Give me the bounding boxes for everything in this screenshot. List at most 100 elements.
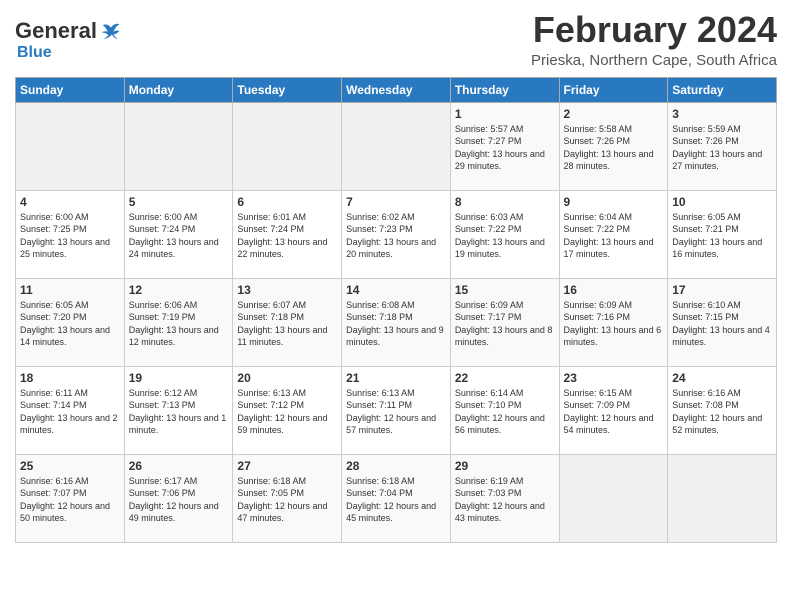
calendar-week-1: 1 Sunrise: 5:57 AMSunset: 7:27 PMDaylight… [16, 102, 777, 190]
day-number: 5 [129, 195, 229, 209]
calendar-week-3: 11 Sunrise: 6:05 AMSunset: 7:20 PMDayligh… [16, 278, 777, 366]
cell-content: Sunrise: 6:16 AMSunset: 7:08 PMDaylight:… [672, 387, 772, 437]
day-number: 18 [20, 371, 120, 385]
day-number: 13 [237, 283, 337, 297]
cell-content: Sunrise: 6:11 AMSunset: 7:14 PMDaylight:… [20, 387, 120, 437]
calendar-cell: 16 Sunrise: 6:09 AMSunset: 7:16 PMDayligh… [559, 278, 668, 366]
cell-content: Sunrise: 6:09 AMSunset: 7:17 PMDaylight:… [455, 299, 555, 349]
page-header: General Blue February 2024 Prieska, Nort… [15, 10, 777, 69]
calendar-cell [559, 454, 668, 542]
calendar-cell: 13 Sunrise: 6:07 AMSunset: 7:18 PMDayligh… [233, 278, 342, 366]
day-number: 28 [346, 459, 446, 473]
calendar-week-4: 18 Sunrise: 6:11 AMSunset: 7:14 PMDayligh… [16, 366, 777, 454]
calendar-body: 1 Sunrise: 5:57 AMSunset: 7:27 PMDaylight… [16, 102, 777, 542]
calendar-cell: 23 Sunrise: 6:15 AMSunset: 7:09 PMDayligh… [559, 366, 668, 454]
day-number: 14 [346, 283, 446, 297]
logo-general-text: General [15, 18, 97, 44]
calendar-cell: 7 Sunrise: 6:02 AMSunset: 7:23 PMDaylight… [342, 190, 451, 278]
calendar-cell: 1 Sunrise: 5:57 AMSunset: 7:27 PMDaylight… [450, 102, 559, 190]
day-number: 10 [672, 195, 772, 209]
cell-content: Sunrise: 6:05 AMSunset: 7:20 PMDaylight:… [20, 299, 120, 349]
cell-content: Sunrise: 6:10 AMSunset: 7:15 PMDaylight:… [672, 299, 772, 349]
cell-content: Sunrise: 6:13 AMSunset: 7:12 PMDaylight:… [237, 387, 337, 437]
day-number: 8 [455, 195, 555, 209]
month-title: February 2024 [531, 10, 777, 50]
day-number: 11 [20, 283, 120, 297]
cell-content: Sunrise: 6:18 AMSunset: 7:05 PMDaylight:… [237, 475, 337, 525]
cell-content: Sunrise: 5:58 AMSunset: 7:26 PMDaylight:… [564, 123, 664, 173]
day-number: 19 [129, 371, 229, 385]
calendar-cell [668, 454, 777, 542]
weekday-header-wednesday: Wednesday [342, 77, 451, 102]
calendar-header: SundayMondayTuesdayWednesdayThursdayFrid… [16, 77, 777, 102]
cell-content: Sunrise: 6:08 AMSunset: 7:18 PMDaylight:… [346, 299, 446, 349]
calendar-cell: 24 Sunrise: 6:16 AMSunset: 7:08 PMDayligh… [668, 366, 777, 454]
cell-content: Sunrise: 6:15 AMSunset: 7:09 PMDaylight:… [564, 387, 664, 437]
calendar-cell: 11 Sunrise: 6:05 AMSunset: 7:20 PMDayligh… [16, 278, 125, 366]
cell-content: Sunrise: 6:17 AMSunset: 7:06 PMDaylight:… [129, 475, 229, 525]
day-number: 16 [564, 283, 664, 297]
day-number: 20 [237, 371, 337, 385]
calendar-cell: 3 Sunrise: 5:59 AMSunset: 7:26 PMDaylight… [668, 102, 777, 190]
day-number: 21 [346, 371, 446, 385]
weekday-header-tuesday: Tuesday [233, 77, 342, 102]
cell-content: Sunrise: 6:16 AMSunset: 7:07 PMDaylight:… [20, 475, 120, 525]
calendar-cell: 2Sunrise: 5:58 AMSunset: 7:26 PMDaylight… [559, 102, 668, 190]
calendar-cell: 26 Sunrise: 6:17 AMSunset: 7:06 PMDayligh… [124, 454, 233, 542]
calendar-cell: 5 Sunrise: 6:00 AMSunset: 7:24 PMDaylight… [124, 190, 233, 278]
day-number: 9 [564, 195, 664, 209]
cell-content: Sunrise: 6:07 AMSunset: 7:18 PMDaylight:… [237, 299, 337, 349]
header-row: SundayMondayTuesdayWednesdayThursdayFrid… [16, 77, 777, 102]
calendar-cell: 21 Sunrise: 6:13 AMSunset: 7:11 PMDayligh… [342, 366, 451, 454]
cell-content: Sunrise: 6:00 AMSunset: 7:25 PMDaylight:… [20, 211, 120, 261]
cell-content: Sunrise: 6:09 AMSunset: 7:16 PMDaylight:… [564, 299, 664, 349]
day-number: 26 [129, 459, 229, 473]
weekday-header-sunday: Sunday [16, 77, 125, 102]
cell-content: Sunrise: 6:13 AMSunset: 7:11 PMDaylight:… [346, 387, 446, 437]
calendar-cell: 28Sunrise: 6:18 AMSunset: 7:04 PMDayligh… [342, 454, 451, 542]
cell-content: Sunrise: 6:14 AMSunset: 7:10 PMDaylight:… [455, 387, 555, 437]
calendar-table: SundayMondayTuesdayWednesdayThursdayFrid… [15, 77, 777, 543]
cell-content: Sunrise: 6:12 AMSunset: 7:13 PMDaylight:… [129, 387, 229, 437]
calendar-cell: 17 Sunrise: 6:10 AMSunset: 7:15 PMDayligh… [668, 278, 777, 366]
calendar-cell: 19 Sunrise: 6:12 AMSunset: 7:13 PMDayligh… [124, 366, 233, 454]
day-number: 22 [455, 371, 555, 385]
logo-bird-icon [101, 22, 121, 40]
calendar-cell: 10 Sunrise: 6:05 AMSunset: 7:21 PMDayligh… [668, 190, 777, 278]
day-number: 3 [672, 107, 772, 121]
calendar-week-5: 25Sunrise: 6:16 AMSunset: 7:07 PMDayligh… [16, 454, 777, 542]
cell-content: Sunrise: 5:59 AMSunset: 7:26 PMDaylight:… [672, 123, 772, 173]
cell-content: Sunrise: 6:02 AMSunset: 7:23 PMDaylight:… [346, 211, 446, 261]
cell-content: Sunrise: 5:57 AMSunset: 7:27 PMDaylight:… [455, 123, 555, 173]
day-number: 29 [455, 459, 555, 473]
day-number: 23 [564, 371, 664, 385]
weekday-header-thursday: Thursday [450, 77, 559, 102]
cell-content: Sunrise: 6:00 AMSunset: 7:24 PMDaylight:… [129, 211, 229, 261]
calendar-cell: 6 Sunrise: 6:01 AMSunset: 7:24 PMDaylight… [233, 190, 342, 278]
calendar-cell: 15 Sunrise: 6:09 AMSunset: 7:17 PMDayligh… [450, 278, 559, 366]
calendar-cell: 25Sunrise: 6:16 AMSunset: 7:07 PMDayligh… [16, 454, 125, 542]
title-block: February 2024 Prieska, Northern Cape, So… [531, 10, 777, 69]
cell-content: Sunrise: 6:03 AMSunset: 7:22 PMDaylight:… [455, 211, 555, 261]
logo-blue-text: Blue [17, 44, 52, 62]
day-number: 17 [672, 283, 772, 297]
calendar-cell: 8 Sunrise: 6:03 AMSunset: 7:22 PMDaylight… [450, 190, 559, 278]
day-number: 4 [20, 195, 120, 209]
calendar-cell: 12Sunrise: 6:06 AMSunset: 7:19 PMDayligh… [124, 278, 233, 366]
day-number: 15 [455, 283, 555, 297]
calendar-cell [233, 102, 342, 190]
weekday-header-saturday: Saturday [668, 77, 777, 102]
day-number: 1 [455, 107, 555, 121]
day-number: 7 [346, 195, 446, 209]
calendar-cell: 4 Sunrise: 6:00 AMSunset: 7:25 PMDaylight… [16, 190, 125, 278]
cell-content: Sunrise: 6:19 AMSunset: 7:03 PMDaylight:… [455, 475, 555, 525]
day-number: 24 [672, 371, 772, 385]
day-number: 6 [237, 195, 337, 209]
day-number: 12 [129, 283, 229, 297]
calendar-cell: 22 Sunrise: 6:14 AMSunset: 7:10 PMDayligh… [450, 366, 559, 454]
cell-content: Sunrise: 6:04 AMSunset: 7:22 PMDaylight:… [564, 211, 664, 261]
cell-content: Sunrise: 6:05 AMSunset: 7:21 PMDaylight:… [672, 211, 772, 261]
cell-content: Sunrise: 6:01 AMSunset: 7:24 PMDaylight:… [237, 211, 337, 261]
location-subtitle: Prieska, Northern Cape, South Africa [531, 52, 777, 69]
calendar-cell: 20 Sunrise: 6:13 AMSunset: 7:12 PMDayligh… [233, 366, 342, 454]
